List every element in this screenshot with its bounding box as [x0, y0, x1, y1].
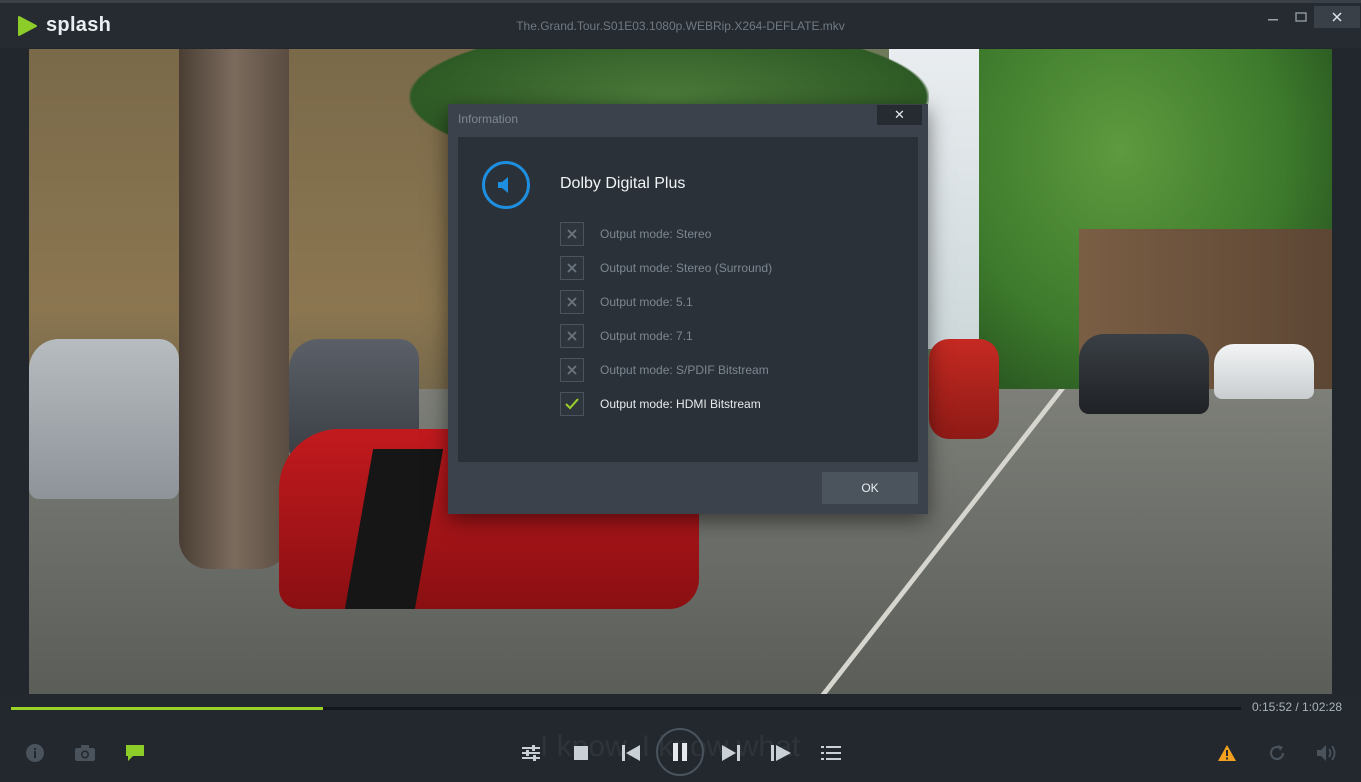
maximize-icon	[1295, 12, 1307, 22]
option-7-1[interactable]: Output mode: 7.1	[560, 324, 693, 348]
option-spdif-bitstream[interactable]: Output mode: S/PDIF Bitstream	[560, 358, 769, 382]
volume-icon	[1317, 745, 1336, 761]
ok-button[interactable]: OK	[822, 472, 918, 504]
seek-bar[interactable]	[11, 707, 1241, 710]
info-icon	[26, 744, 44, 762]
frame-step-button[interactable]	[770, 742, 792, 764]
checkbox[interactable]	[560, 222, 584, 246]
speaker-icon	[482, 161, 530, 209]
option-5-1[interactable]: Output mode: 5.1	[560, 290, 693, 314]
dialog-title: Information	[458, 112, 519, 126]
white-car	[1214, 344, 1314, 399]
close-window-button[interactable]	[1314, 6, 1360, 28]
checkbox[interactable]	[560, 324, 584, 348]
checkbox[interactable]	[560, 256, 584, 280]
title-bar: splash The.Grand.Tour.S01E03.1080p.WEBRi…	[0, 0, 1361, 48]
checkbox[interactable]	[560, 392, 584, 416]
time-display: 0:15:52 / 1:02:28	[1252, 700, 1343, 714]
file-title: The.Grand.Tour.S01E03.1080p.WEBRip.X264-…	[516, 19, 845, 33]
repeat-button[interactable]	[1266, 742, 1288, 764]
equalizer-icon	[522, 745, 540, 761]
parked-car-silver	[29, 339, 179, 499]
audio-format-heading: Dolby Digital Plus	[560, 175, 686, 192]
next-button[interactable]	[720, 742, 742, 764]
previous-icon	[622, 745, 640, 761]
option-label: Output mode: S/PDIF Bitstream	[600, 363, 769, 377]
x-icon	[567, 263, 577, 273]
option-label: Output mode: 5.1	[600, 295, 693, 309]
stop-icon	[574, 746, 588, 760]
previous-button[interactable]	[620, 742, 642, 764]
dialog-panel: Dolby Digital Plus Output mode: Stereo O…	[458, 137, 918, 462]
dialog-close-button[interactable]: ✕	[877, 105, 922, 125]
equalizer-button[interactable]	[520, 742, 542, 764]
stop-button[interactable]	[570, 742, 592, 764]
subtitle-icon	[126, 745, 144, 761]
camera-icon	[75, 745, 95, 761]
pause-icon	[673, 743, 687, 761]
frame-step-icon	[771, 745, 791, 761]
volume-button[interactable]	[1316, 742, 1338, 764]
information-dialog: Information ✕ Dolby Digital Plus Output …	[448, 104, 928, 514]
playlist-button[interactable]	[820, 742, 842, 764]
minimize-icon	[1268, 19, 1278, 21]
warning-button[interactable]	[1216, 742, 1238, 764]
player-window: splash The.Grand.Tour.S01E03.1080p.WEBRi…	[0, 0, 1361, 782]
option-stereo-surround[interactable]: Output mode: Stereo (Surround)	[560, 256, 772, 280]
playlist-icon	[821, 746, 841, 760]
close-icon: ✕	[894, 107, 905, 122]
pause-button[interactable]	[656, 728, 704, 776]
screenshot-button[interactable]	[74, 742, 96, 764]
option-label: Output mode: Stereo (Surround)	[600, 261, 773, 275]
option-label: Output mode: HDMI Bitstream	[600, 397, 761, 411]
option-stereo[interactable]: Output mode: Stereo	[560, 222, 711, 246]
tree-trunk	[179, 49, 289, 569]
checkbox[interactable]	[560, 290, 584, 314]
seek-progress	[11, 707, 324, 710]
x-icon	[567, 297, 577, 307]
option-label: Output mode: Stereo	[600, 227, 712, 241]
black-car	[1079, 334, 1209, 414]
x-icon	[567, 331, 577, 341]
info-button[interactable]	[24, 742, 46, 764]
x-icon	[567, 229, 577, 239]
checkbox[interactable]	[560, 358, 584, 382]
subtitles-button[interactable]	[124, 742, 146, 764]
next-icon	[722, 745, 740, 761]
option-label: Output mode: 7.1	[600, 329, 693, 343]
warning-icon	[1218, 745, 1236, 761]
minimize-button[interactable]	[1258, 6, 1288, 28]
close-icon	[1332, 12, 1342, 22]
checkmark-icon	[565, 398, 579, 410]
option-hdmi-bitstream[interactable]: Output mode: HDMI Bitstream	[560, 392, 761, 416]
control-bar: 0:15:52 / 1:02:28 I know, I know what	[0, 694, 1361, 782]
repeat-icon	[1269, 745, 1285, 761]
maximize-button[interactable]	[1286, 6, 1316, 28]
x-icon	[567, 365, 577, 375]
red-sports-car	[929, 339, 999, 439]
